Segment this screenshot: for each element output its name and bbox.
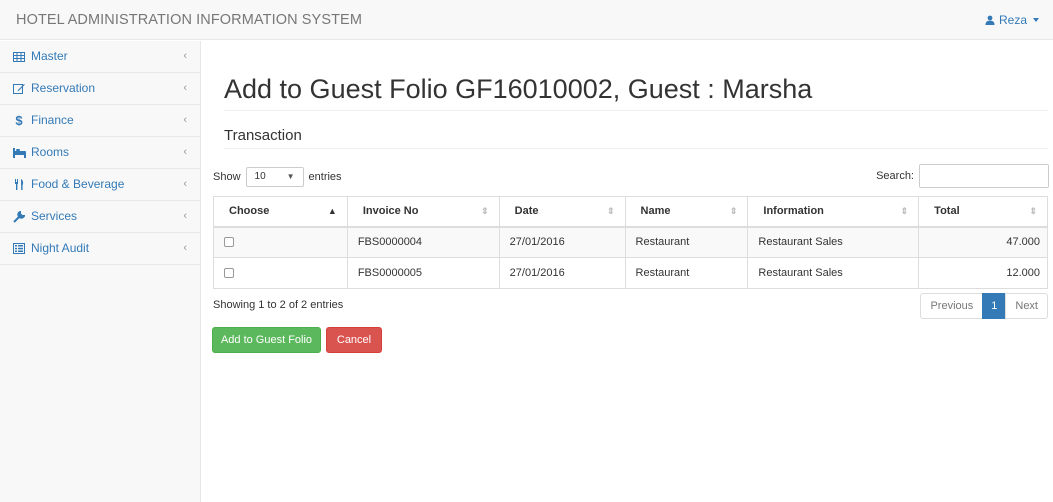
- search-input[interactable]: [919, 164, 1049, 188]
- sidebar-item-night-audit[interactable]: Night Audit ‹: [0, 233, 200, 265]
- edit-icon: [12, 83, 26, 94]
- name-cell: Restaurant: [624, 257, 749, 289]
- column-header-name[interactable]: Name ⇕: [624, 196, 749, 228]
- divider: [224, 110, 1048, 111]
- entries-select-value: 10: [254, 171, 266, 182]
- table-row: FBS0000005 27/01/2016 Restaurant Restaur…: [213, 257, 1048, 289]
- sidebar-item-label: Rooms: [31, 145, 70, 159]
- sort-icon: ⇕: [606, 206, 615, 216]
- page-title: Add to Guest Folio GF16010002, Guest : M…: [224, 74, 813, 104]
- information-cell: Restaurant Sales: [747, 257, 920, 289]
- cutlery-icon: [12, 179, 26, 190]
- caret-down-icon: [1033, 18, 1039, 22]
- date-cell: 27/01/2016: [498, 226, 626, 258]
- sort-asc-icon: ▲: [327, 206, 337, 216]
- sidebar-item-food-beverage[interactable]: Food & Beverage ‹: [0, 169, 200, 201]
- column-header-total[interactable]: Total ⇕: [918, 196, 1048, 228]
- main-content: Add to Guest Folio GF16010002, Guest : M…: [211, 41, 1049, 502]
- page-1-button[interactable]: 1: [982, 293, 1007, 319]
- sidebar-item-services[interactable]: Services ‹: [0, 201, 200, 233]
- total-cell: 47.000: [918, 226, 1048, 258]
- bed-icon: [12, 147, 26, 158]
- row-checkbox[interactable]: [224, 268, 234, 279]
- next-page-button[interactable]: Next: [1005, 293, 1048, 319]
- name-cell: Restaurant: [624, 226, 749, 258]
- chevron-left-icon: ‹: [183, 82, 187, 94]
- transaction-table: Choose ▲ Invoice No ⇕ Date ⇕ Name ⇕ Informat…: [213, 196, 1048, 289]
- chevron-left-icon: ‹: [183, 210, 187, 222]
- sort-icon: ⇕: [729, 206, 738, 216]
- sidebar-item-label: Reservation: [31, 81, 96, 95]
- total-cell: 12.000: [918, 257, 1048, 289]
- sidebar-item-label: Night Audit: [31, 241, 90, 255]
- chevron-left-icon: ‹: [183, 114, 187, 126]
- chevron-left-icon: ‹: [183, 242, 187, 254]
- sidebar-item-reservation[interactable]: Reservation ‹: [0, 73, 200, 105]
- show-label: Show: [213, 171, 241, 183]
- choose-cell: [213, 226, 348, 258]
- sidebar: Master ‹ Reservation ‹ $ Finance ‹ Rooms…: [0, 41, 201, 502]
- information-cell: Restaurant Sales: [747, 226, 920, 258]
- column-header-information[interactable]: Information ⇕: [747, 196, 920, 228]
- entries-length-control: Show 10 ▼ entries: [213, 167, 342, 187]
- wrench-icon: [12, 210, 26, 223]
- sort-icon: ⇕: [1029, 206, 1037, 216]
- sidebar-item-rooms[interactable]: Rooms ‹: [0, 137, 200, 169]
- table-icon: [12, 51, 26, 62]
- user-icon: [985, 15, 995, 25]
- chevron-left-icon: ‹: [183, 50, 187, 62]
- sidebar-item-label: Services: [31, 209, 78, 223]
- column-header-invoice-no[interactable]: Invoice No ⇕: [346, 196, 500, 228]
- sidebar-item-label: Master: [31, 49, 68, 63]
- previous-page-button[interactable]: Previous: [920, 293, 984, 319]
- entries-label: entries: [308, 171, 342, 183]
- cancel-button[interactable]: Cancel: [326, 327, 382, 353]
- search-control: Search:: [876, 164, 1049, 188]
- add-to-guest-folio-button[interactable]: Add to Guest Folio: [212, 327, 321, 353]
- list-icon: [12, 243, 26, 254]
- dollar-icon: $: [15, 113, 23, 128]
- search-label: Search:: [876, 170, 914, 182]
- row-checkbox[interactable]: [224, 237, 234, 248]
- app-title[interactable]: HOTEL ADMINISTRATION INFORMATION SYSTEM: [16, 12, 362, 28]
- table-row: FBS0000004 27/01/2016 Restaurant Restaur…: [213, 226, 1048, 258]
- invoice-cell: FBS0000004: [346, 226, 500, 258]
- pagination: Previous 1 Next: [920, 293, 1048, 319]
- sidebar-item-master[interactable]: Master ‹: [0, 41, 200, 73]
- table-info: Showing 1 to 2 of 2 entries: [213, 299, 344, 311]
- sidebar-item-label: Food & Beverage: [31, 177, 125, 191]
- dropdown-arrow-icon: ▼: [286, 172, 295, 181]
- sort-icon: ⇕: [481, 206, 489, 216]
- column-header-date[interactable]: Date ⇕: [498, 196, 626, 228]
- section-title: Transaction: [224, 127, 302, 144]
- divider: [224, 148, 1048, 149]
- user-menu[interactable]: Reza: [985, 13, 1039, 27]
- choose-cell: [213, 257, 348, 289]
- chevron-left-icon: ‹: [183, 178, 187, 190]
- table-header-row: Choose ▲ Invoice No ⇕ Date ⇕ Name ⇕ Informat…: [213, 196, 1048, 228]
- chevron-left-icon: ‹: [183, 146, 187, 158]
- sidebar-item-finance[interactable]: $ Finance ‹: [0, 105, 200, 137]
- column-header-choose[interactable]: Choose ▲: [213, 196, 348, 228]
- top-navbar: HOTEL ADMINISTRATION INFORMATION SYSTEM …: [0, 0, 1053, 40]
- invoice-cell: FBS0000005: [346, 257, 500, 289]
- entries-select[interactable]: 10 ▼: [245, 167, 304, 187]
- date-cell: 27/01/2016: [498, 257, 626, 289]
- user-name: Reza: [998, 13, 1027, 27]
- sort-icon: ⇕: [900, 206, 909, 216]
- sidebar-item-label: Finance: [31, 113, 74, 127]
